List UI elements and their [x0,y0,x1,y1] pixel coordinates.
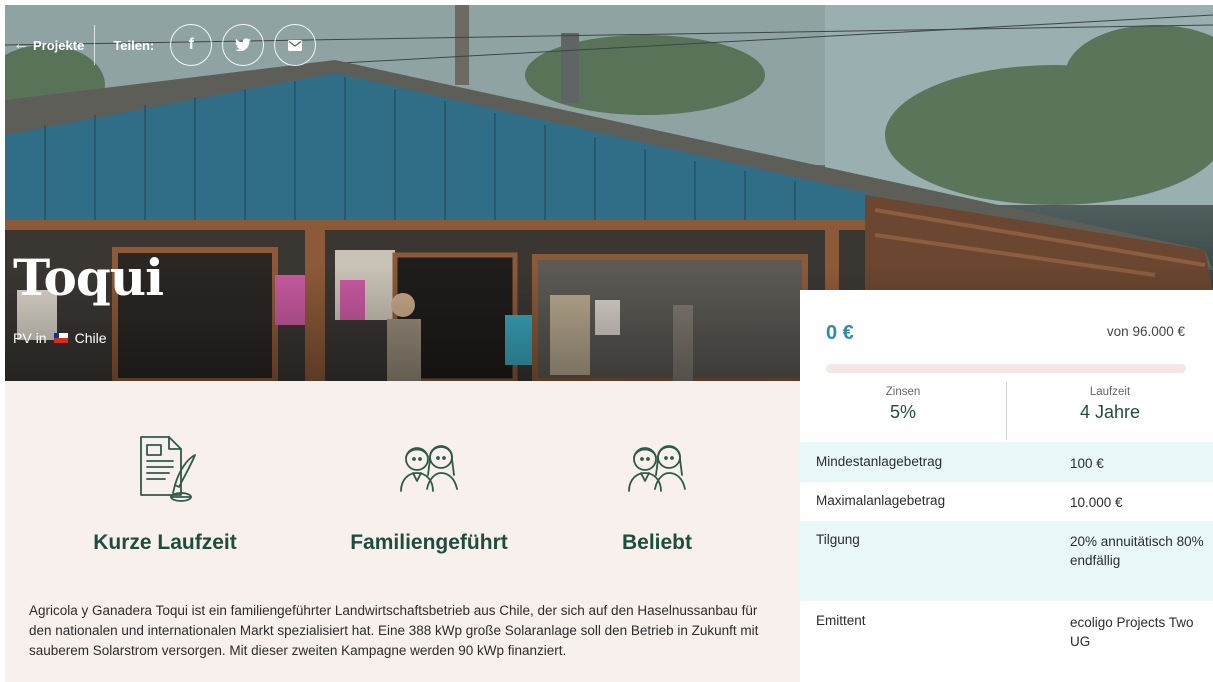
facebook-icon: f [188,36,194,53]
stat-value: 5% [889,402,916,422]
feature-family-run: Familiengeführt [309,433,549,555]
stat-label: Zinsen [885,386,921,398]
family-icon [400,445,458,492]
project-in-word: in [35,330,47,346]
chile-flag-icon [53,333,68,343]
share-email-button[interactable] [274,24,317,66]
twitter-icon [235,38,252,52]
feature-label: Beliebt [621,531,692,554]
raised-amount: 0 € [826,322,854,344]
feature-short-term: Kurze Laufzeit [45,433,285,555]
project-type: PV [13,330,32,346]
project-content: Kurze Laufzeit Familiengeführt Beliebt A… [5,381,800,682]
back-to-projects-link[interactable]: ← Projekte [13,37,84,53]
stat-interest: Zinsen 5% [800,382,1006,440]
feature-label: Familiengeführt [350,531,508,554]
detail-row: Mindestanlagebetrag 100 € [800,442,1213,482]
detail-key: Maximalanlagebetrag [816,493,946,508]
people-icon [628,445,686,492]
details-table: Mindestanlagebetrag 100 € Maximalanlageb… [800,442,1213,681]
funding-target: von 96.000 € [1106,324,1185,339]
hero-nav: ← Projekte Teilen: f [13,24,326,66]
share-twitter-button[interactable] [222,24,265,66]
feature-popular: Beliebt [537,433,777,555]
project-country: Chile [74,330,107,346]
detail-value: 10.000 € [1070,495,1123,510]
stat-label: Laufzeit [1089,386,1131,398]
feature-label: Kurze Laufzeit [93,531,237,554]
back-link-label: Projekte [33,37,85,53]
detail-row: Tilgung 20% annuitätisch 80% endfällig [800,521,1213,601]
project-title: Toqui [13,248,164,307]
document-quill-icon [140,436,196,502]
detail-key: Mindestanlagebetrag [816,454,943,469]
detail-row: Emittent ecoligo Projects Two UG [800,601,1213,681]
detail-value: ecoligo Projects Two UG [1070,615,1194,649]
detail-key: Tilgung [816,532,860,547]
email-icon [288,39,303,51]
detail-key: Emittent [816,613,866,628]
stat-term: Laufzeit 4 Jahre [1006,382,1213,440]
nav-divider [94,25,96,65]
arrow-left-icon: ← [13,36,29,53]
project-description: Agricola y Ganadera Toqui ist ein famili… [29,603,759,658]
share-label: Teilen: [113,37,155,53]
detail-value: 20% annuitätisch 80% endfällig [1070,534,1204,568]
key-stats: Zinsen 5% Laufzeit 4 Jahre [800,382,1213,440]
stat-value: 4 Jahre [1079,402,1141,422]
project-subtitle: PV in Chile [13,330,107,346]
detail-row: Maximalanlagebetrag 10.000 € [800,482,1213,521]
funding-progress-bar [826,364,1186,373]
share-facebook-button[interactable]: f [170,24,213,66]
investment-panel: 0 € von 96.000 € Zinsen 5% Laufzeit 4 Ja… [800,290,1213,682]
detail-value: 100 € [1070,456,1104,471]
